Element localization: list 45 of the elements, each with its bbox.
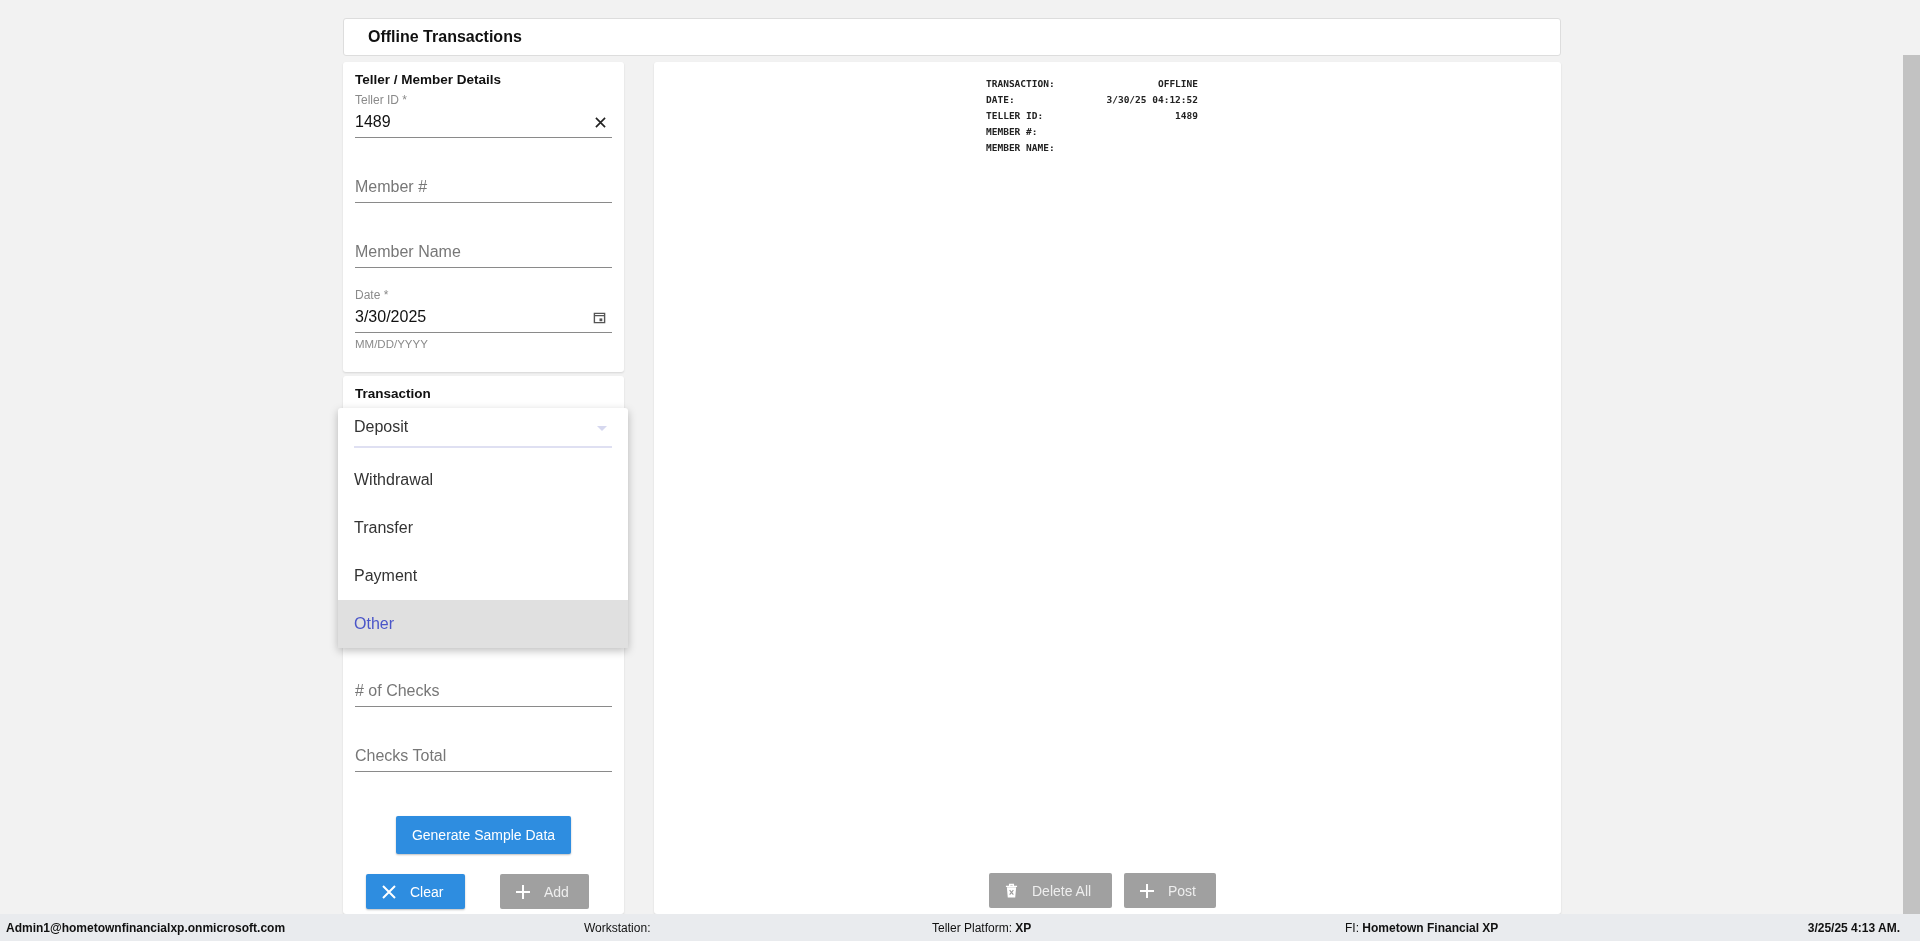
platform-info: Teller Platform: XP bbox=[932, 920, 1032, 935]
field-placeholder: Member Name bbox=[355, 243, 461, 261]
field-placeholder: Checks Total bbox=[355, 747, 447, 765]
input-field[interactable]: Date * 3/30/2025 bbox=[355, 283, 612, 333]
input-field[interactable]: Teller ID * 1489 bbox=[355, 88, 612, 138]
field-value: 3/30/2025 bbox=[355, 308, 427, 326]
field-value: 1489 bbox=[355, 113, 391, 131]
plus-icon bbox=[516, 884, 530, 899]
receipt-value: 1489 bbox=[1174, 109, 1198, 123]
fi-info: FI: Hometown Financial XP bbox=[1345, 920, 1499, 935]
caret-icon[interactable] bbox=[597, 426, 607, 431]
receipt-label: MEMBER NAME: bbox=[986, 141, 1056, 155]
menu-item[interactable]: Deposit bbox=[354, 408, 612, 448]
calendar-icon[interactable] bbox=[593, 310, 606, 324]
field-placeholder: Member # bbox=[355, 178, 428, 196]
receipt-label: MEMBER #: bbox=[986, 125, 1039, 139]
close-icon bbox=[382, 884, 396, 899]
menu-item[interactable]: Transfer bbox=[338, 504, 628, 552]
receipt-label: DATE: bbox=[986, 93, 1016, 107]
menu-item[interactable]: Payment bbox=[338, 552, 628, 600]
input-field[interactable]: Member # bbox=[355, 153, 612, 203]
generate-button[interactable]: Generate Sample Data bbox=[395, 816, 572, 854]
field-hint: MM/DD/YYYY bbox=[355, 338, 428, 350]
section-title: Transaction bbox=[355, 386, 432, 402]
field-label: Date * bbox=[355, 288, 390, 302]
user-email: Admin1@hometownfinancialxp.onmicrosoft.com bbox=[6, 920, 286, 935]
status-datetime: 3/25/25 4:13 AM. bbox=[1807, 920, 1900, 935]
input-field[interactable]: # of Checks bbox=[355, 657, 612, 707]
section-title: Teller / Member Details bbox=[355, 72, 503, 88]
field-label: Teller ID * bbox=[355, 93, 408, 107]
menu-item[interactable]: Withdrawal bbox=[338, 456, 628, 504]
menu-item[interactable]: Other bbox=[338, 600, 628, 648]
workstation-label: Workstation: bbox=[584, 920, 651, 935]
receipt-label: TRANSACTION: bbox=[986, 77, 1056, 91]
receipt-value: 3/30/25 04:12:52 bbox=[1106, 93, 1198, 107]
clear-button[interactable]: Clear bbox=[366, 874, 465, 909]
plus-icon bbox=[1140, 883, 1154, 898]
input-field[interactable]: Member Name bbox=[355, 218, 612, 268]
page-title: Offline Transactions bbox=[368, 28, 522, 46]
close-icon[interactable] bbox=[595, 116, 606, 128]
trash-icon bbox=[1005, 882, 1018, 899]
input-field[interactable]: Checks Total bbox=[355, 722, 612, 772]
receipt-value: OFFLINE bbox=[1156, 77, 1198, 91]
receipt-label: TELLER ID: bbox=[986, 109, 1045, 123]
field-placeholder: # of Checks bbox=[355, 682, 440, 700]
